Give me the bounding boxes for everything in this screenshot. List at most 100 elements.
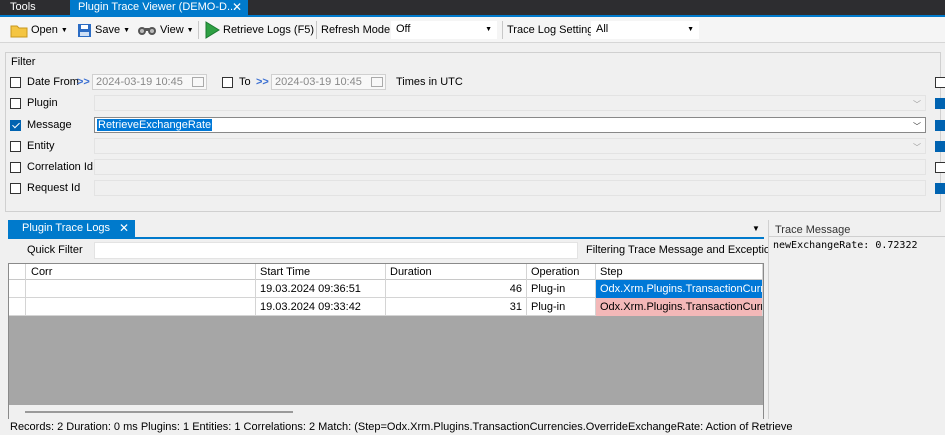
retrieve-logs-button[interactable]: Retrieve Logs (F5) <box>204 21 314 39</box>
edge-checkbox[interactable] <box>935 141 945 152</box>
date-from-value: 2024-03-19 10:45 <box>96 76 183 88</box>
edge-checkbox[interactable] <box>935 77 945 88</box>
row-header[interactable] <box>9 280 26 298</box>
request-id-input[interactable] <box>94 180 926 196</box>
chevron-down-icon: ﹀ <box>913 143 921 152</box>
trace-log-setting-select[interactable]: All ▼ <box>591 21 699 39</box>
cell-step[interactable]: Odx.Xrm.Plugins.TransactionCurrencies <box>596 280 763 298</box>
toolbar: Open ▼ Save ▼ View ▼ Retrieve Logs (F5) … <box>0 17 945 43</box>
save-label: Save <box>95 24 121 36</box>
cell-corr[interactable] <box>26 280 256 298</box>
plugin-checkbox[interactable] <box>10 98 21 109</box>
cell-start-time[interactable]: 19.03.2024 09:36:51 <box>256 280 386 298</box>
chevron-down-icon: ▼ <box>123 26 131 34</box>
message-select[interactable]: RetrieveExchangeRate ﹀ <box>94 117 926 133</box>
close-icon[interactable]: ✕ <box>232 0 242 14</box>
retrieve-logs-label: Retrieve Logs (F5) <box>223 24 315 36</box>
save-button[interactable]: Save ▼ <box>77 21 130 39</box>
cell-step[interactable]: Odx.Xrm.Plugins.TransactionCurrencies <box>596 298 763 316</box>
chevron-down-icon: ﹀ <box>913 122 921 131</box>
request-id-label: Request Id <box>27 182 81 194</box>
table-row[interactable]: 19.03.2024 09:33:42 31 Plug-in Odx.Xrm.P… <box>9 298 763 316</box>
toolbar-separator <box>198 21 199 39</box>
message-checkbox[interactable] <box>10 120 21 131</box>
entity-select[interactable]: ﹀ <box>94 138 926 154</box>
view-label: View <box>160 24 184 36</box>
chevron-down-icon: ▼ <box>687 26 694 33</box>
edge-checkbox[interactable] <box>935 162 945 173</box>
chevron-down-icon: ▼ <box>485 26 492 33</box>
date-to-shortcut[interactable]: >> <box>256 76 269 88</box>
entity-checkbox[interactable] <box>10 141 21 152</box>
tools-menu[interactable]: Tools <box>10 1 36 13</box>
open-label: Open <box>31 24 58 36</box>
timezone-label: Times in UTC <box>396 76 463 88</box>
message-label: Message <box>27 119 72 131</box>
edge-checkbox[interactable] <box>935 183 945 194</box>
plugin-label: Plugin <box>27 97 58 109</box>
quick-filter-input[interactable] <box>94 242 578 259</box>
column-header-step[interactable]: Step <box>596 264 763 280</box>
table-row[interactable]: 19.03.2024 09:36:51 46 Plug-in Odx.Xrm.P… <box>9 280 763 298</box>
panel-menu-icon[interactable]: ▼ <box>752 224 760 233</box>
date-to-checkbox[interactable] <box>222 77 233 88</box>
chevron-down-icon: ﹀ <box>913 100 921 109</box>
cell-corr[interactable] <box>26 298 256 316</box>
date-to-value: 2024-03-19 10:45 <box>275 76 362 88</box>
date-from-shortcut[interactable]: >> <box>77 76 90 88</box>
entity-label: Entity <box>27 140 55 152</box>
cell-duration[interactable]: 31 <box>386 298 527 316</box>
column-header-operation[interactable]: Operation <box>527 264 596 280</box>
edge-checkbox[interactable] <box>935 98 945 109</box>
date-to-picker[interactable]: 2024-03-19 10:45 <box>271 74 386 90</box>
trace-message-text[interactable]: newExchangeRate: 0.72322 <box>773 240 918 251</box>
trace-log-setting-value: All <box>596 23 609 35</box>
scrollbar-thumb[interactable] <box>25 411 293 413</box>
date-from-label: Date From <box>27 76 79 88</box>
play-icon <box>205 21 220 39</box>
calendar-icon[interactable] <box>192 77 204 87</box>
correlation-id-input[interactable] <box>94 159 926 175</box>
horizontal-scrollbar[interactable] <box>9 405 763 419</box>
edge-checkbox[interactable] <box>935 120 945 131</box>
chevron-down-icon: ▼ <box>186 26 194 34</box>
date-from-checkbox[interactable] <box>10 77 21 88</box>
correlation-id-label: Correlation Id <box>27 161 94 173</box>
title-tab-strip: Tools Plugin Trace Viewer (DEMO-D... ✕ <box>0 0 945 17</box>
folder-icon <box>10 25 28 37</box>
quick-filter-hint: Filtering Trace Message and Exception <box>586 244 777 256</box>
column-header-start-time[interactable]: Start Time <box>256 264 386 280</box>
trace-message-panel: Trace Message newExchangeRate: 0.72322 <box>768 220 945 419</box>
message-value: RetrieveExchangeRate <box>97 119 213 131</box>
column-header-corr[interactable]: Corr <box>26 264 256 280</box>
document-tab-label: Plugin Trace Viewer (DEMO-D... <box>78 1 237 13</box>
date-from-picker[interactable]: 2024-03-19 10:45 <box>92 74 207 90</box>
column-header-duration[interactable]: Duration <box>386 264 527 280</box>
open-button[interactable]: Open ▼ <box>10 21 68 39</box>
cell-operation[interactable]: Plug-in <box>527 280 596 298</box>
refresh-mode-value: Off <box>396 23 411 35</box>
binoculars-icon <box>138 27 156 35</box>
toolbar-separator <box>502 21 503 39</box>
date-to-label: To <box>239 76 251 88</box>
cell-duration[interactable]: 46 <box>386 280 527 298</box>
tab-plugin-trace-logs[interactable]: Plugin Trace Logs ✕ <box>8 220 135 237</box>
trace-log-setting-label: Trace Log Setting <box>507 24 594 36</box>
refresh-mode-select[interactable]: Off ▼ <box>391 21 497 39</box>
quick-filter-label: Quick Filter <box>27 244 83 256</box>
cell-operation[interactable]: Plug-in <box>527 298 596 316</box>
view-button[interactable]: View ▼ <box>137 21 194 39</box>
row-header[interactable] <box>9 298 26 316</box>
cell-start-time[interactable]: 19.03.2024 09:33:42 <box>256 298 386 316</box>
document-tab[interactable]: Plugin Trace Viewer (DEMO-D... ✕ <box>70 0 248 15</box>
row-header-corner[interactable] <box>9 264 26 280</box>
request-id-checkbox[interactable] <box>10 183 21 194</box>
plugin-select[interactable]: ﹀ <box>94 95 926 111</box>
grid-header: Corr Start Time Duration Operation Step <box>9 264 763 280</box>
floppy-icon <box>78 23 91 37</box>
close-icon[interactable]: ✕ <box>119 221 129 235</box>
trace-title-divider <box>769 236 945 237</box>
refresh-mode-label: Refresh Mode <box>321 24 391 36</box>
calendar-icon[interactable] <box>371 77 383 87</box>
correlation-id-checkbox[interactable] <box>10 162 21 173</box>
